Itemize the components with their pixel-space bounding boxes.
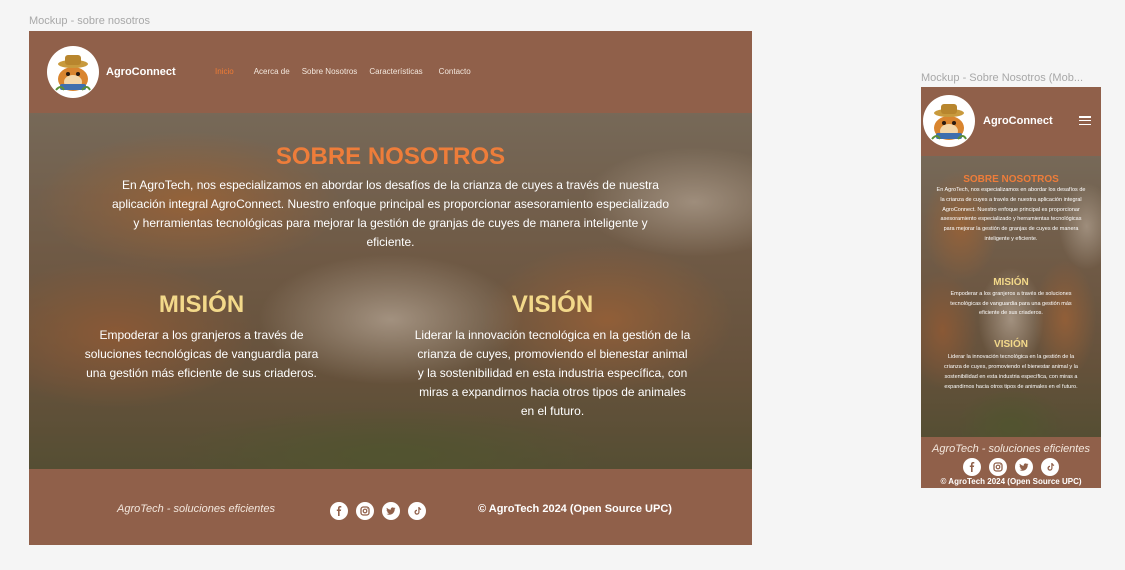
- nav-item-acerca-de[interactable]: Acerca de: [254, 67, 290, 76]
- hero-section: SOBRE NOSOTROS En AgroTech, nos especial…: [29, 113, 752, 469]
- social-links: [330, 502, 426, 520]
- main-nav: Inicio Acerca de Sobre Nosotros Caracter…: [215, 67, 483, 76]
- twitter-icon[interactable]: [382, 502, 400, 520]
- logo[interactable]: [47, 46, 99, 98]
- mobile-about-title: SOBRE NOSOTROS: [963, 174, 1059, 185]
- frame-label-desktop: Mockup - sobre nosotros: [29, 15, 151, 27]
- mobile-vision-text: Liderar la innovación tecnológica en la …: [944, 354, 1078, 390]
- mobile-logo[interactable]: [923, 95, 975, 147]
- twitter-icon[interactable]: [1015, 458, 1033, 476]
- desktop-footer: AgroTech - soluciones eficientes © AgroT…: [29, 469, 752, 545]
- mobile-vision-title: VISIÓN: [994, 339, 1028, 350]
- nav-item-contacto[interactable]: Contacto: [439, 67, 471, 76]
- mobile-hero-section: SOBRE NOSOTROS En AgroTech, nos especial…: [921, 156, 1101, 437]
- facebook-icon[interactable]: [963, 458, 981, 476]
- instagram-icon[interactable]: [989, 458, 1007, 476]
- tiktok-icon[interactable]: [408, 502, 426, 520]
- mobile-mockup-frame: AgroConnect SOBRE NOSOTROS En AgroTech, …: [921, 87, 1101, 488]
- tiktok-icon[interactable]: [1041, 458, 1059, 476]
- about-text: En AgroTech, nos especializamos en abord…: [112, 178, 669, 249]
- mobile-footer-copyright: © AgroTech 2024 (Open Source UPC): [940, 477, 1082, 486]
- mobile-social-links: [963, 458, 1059, 476]
- instagram-icon[interactable]: [356, 502, 374, 520]
- mobile-brand-name[interactable]: AgroConnect: [983, 115, 1053, 127]
- nav-item-sobre-nosotros[interactable]: Sobre Nosotros: [302, 67, 358, 76]
- farmer-guinea-pig-logo-icon: [931, 104, 967, 140]
- mobile-footer: AgroTech - soluciones eficientes © AgroT…: [921, 437, 1101, 488]
- mobile-mision-text: Empoderar a los granjeros a través de so…: [950, 291, 1072, 317]
- nav-item-inicio[interactable]: Inicio: [215, 67, 234, 76]
- frame-label-mobile: Mockup - Sobre Nosotros (Mob...: [921, 72, 1084, 84]
- mobile-mision-title: MISIÓN: [993, 277, 1029, 288]
- footer-copyright: © AgroTech 2024 (Open Source UPC): [478, 503, 672, 515]
- brand-name[interactable]: AgroConnect: [106, 66, 176, 78]
- mision-text: Empoderar a los granjeros a través de so…: [84, 328, 319, 380]
- farmer-guinea-pig-logo-icon: [55, 55, 91, 91]
- mobile-about-text: En AgroTech, nos especializamos en abord…: [936, 187, 1086, 242]
- facebook-icon[interactable]: [330, 502, 348, 520]
- desktop-mockup-frame: AgroConnect Inicio Acerca de Sobre Nosot…: [29, 31, 752, 545]
- mision-title: MISIÓN: [158, 291, 245, 318]
- mobile-header: AgroConnect: [921, 87, 1101, 156]
- vision-title: VISIÓN: [511, 291, 594, 318]
- vision-text: Liderar la innovación tecnológica en la …: [414, 328, 691, 418]
- mobile-footer-slogan: AgroTech - soluciones eficientes: [932, 443, 1090, 455]
- nav-item-caracteristicas[interactable]: Características: [369, 67, 422, 76]
- footer-slogan: AgroTech - soluciones eficientes: [117, 503, 275, 515]
- hamburger-menu-icon[interactable]: [1079, 116, 1091, 125]
- about-title: SOBRE NOSOTROS: [275, 143, 506, 170]
- desktop-header: AgroConnect Inicio Acerca de Sobre Nosot…: [29, 31, 752, 113]
